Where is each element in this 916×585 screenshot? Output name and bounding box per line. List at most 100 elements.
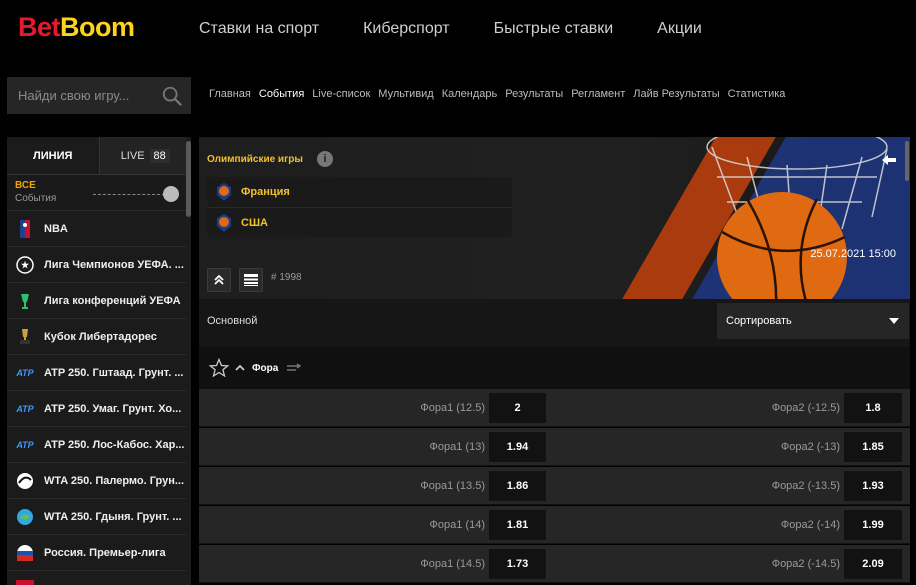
odds-button-left[interactable]: 1.94 xyxy=(489,432,546,462)
odds-label-right: Фора2 (-13) xyxy=(780,441,840,453)
back-arrow-icon[interactable] xyxy=(880,153,900,167)
sub-nav-multiview[interactable]: Мультивид xyxy=(378,88,433,100)
banner-scrollbar[interactable] xyxy=(905,141,909,181)
odds-button-left[interactable]: 1.86 xyxy=(489,471,546,501)
brand-logo-part1: Bet xyxy=(18,12,61,42)
event-banner: Олимпийские игры i Франция США 25.07.202… xyxy=(199,137,910,299)
sidebar-item-atp-los-cabos[interactable]: ATP ATP 250. Лос-Кабос. Хар... xyxy=(7,427,191,463)
info-icon[interactable]: i xyxy=(317,151,333,167)
sidebar-item-rpl[interactable]: Россия. Премьер-лига xyxy=(7,535,191,571)
odds-label-left: Фора1 (13) xyxy=(429,441,485,453)
odds-row: Фора1 (14) 1.81 Фора2 (-14) 1.99 xyxy=(199,506,910,544)
table-icon xyxy=(244,274,258,286)
wta-icon xyxy=(16,508,34,526)
ucl-icon: ★ xyxy=(16,255,34,274)
odds-button-right[interactable]: 1.99 xyxy=(844,510,902,540)
sidebar-item-wta-palermo[interactable]: WTA 250. Палермо. Грун... xyxy=(7,463,191,499)
sidebar-item-ucl[interactable]: ★ Лига Чемпионов УЕФА. ... xyxy=(7,247,191,283)
svg-text:★: ★ xyxy=(21,260,30,270)
odds-button-right[interactable]: 1.85 xyxy=(844,432,902,462)
sidebar-item-label: Россия. Премьер-лига xyxy=(44,546,166,559)
atp-icon: ATP xyxy=(16,367,34,378)
scoreboard-button[interactable] xyxy=(239,268,263,292)
sidebar-item-wta-gdynia[interactable]: WTA 250. Гдыня. Грунт. ... xyxy=(7,499,191,535)
top-nav-sports[interactable]: Ставки на спорт xyxy=(199,20,319,38)
top-nav-fast-bets[interactable]: Быстрые ставки xyxy=(494,20,614,38)
sub-nav-live-results[interactable]: Лайв Результаты xyxy=(633,88,719,100)
odds-button-left[interactable]: 1.81 xyxy=(489,510,546,540)
basketball-image xyxy=(706,137,888,299)
brand-logo-part2: Boom xyxy=(60,12,135,42)
sidebar-item-label: ATP 250. Гштаад. Грунт. ... xyxy=(44,366,184,379)
sidebar-item-atp-gstaad[interactable]: ATP ATP 250. Гштаад. Грунт. ... xyxy=(7,355,191,391)
game-id: # 1998 xyxy=(271,272,302,283)
slider-track xyxy=(93,194,165,195)
sidebar-item-more[interactable] xyxy=(7,571,191,585)
odds-button-right[interactable]: 1.8 xyxy=(844,393,902,423)
sidebar-item-label: Кубок Либертадорес xyxy=(44,330,157,343)
sidebar-item-libertadores[interactable]: Кубок Либертадорес xyxy=(7,319,191,355)
sidebar-item-uecl[interactable]: Лига конференций УЕФА xyxy=(7,283,191,319)
uecl-icon xyxy=(16,292,34,310)
sidebar: ЛИНИЯ LIVE 88 ВСЕ События NBA ★ Лига Чем… xyxy=(7,137,191,585)
sidebar-item-label: ATP 250. Умаг. Грунт. Хо... xyxy=(44,402,182,415)
sort-select[interactable]: Сортировать xyxy=(717,303,909,339)
scrollbar-thumb[interactable] xyxy=(186,141,191,217)
sub-nav-statistics[interactable]: Статистика xyxy=(728,88,786,100)
all-events-toggle-row[interactable]: ВСЕ События xyxy=(7,175,191,211)
sub-nav-live-list[interactable]: Live-список xyxy=(312,88,370,100)
sub-nav-calendar[interactable]: Календарь xyxy=(442,88,498,100)
team1-name: Франция xyxy=(241,186,290,198)
market-filter-bar: Основной Сортировать xyxy=(199,299,910,347)
top-nav-esports[interactable]: Киберспорт xyxy=(363,20,449,38)
top-nav-promotions[interactable]: Акции xyxy=(657,20,702,38)
sort-select-label: Сортировать xyxy=(726,315,792,327)
sidebar-item-label: Лига конференций УЕФА xyxy=(44,294,181,307)
odds-button-left[interactable]: 1.73 xyxy=(489,549,546,579)
league-title: Олимпийские игры xyxy=(207,154,303,165)
odds-row: Фора1 (13.5) 1.86 Фора2 (-13.5) 1.93 xyxy=(199,467,910,505)
collapse-button[interactable] xyxy=(207,268,231,292)
top-nav: Ставки на спорт Киберспорт Быстрые ставк… xyxy=(199,20,746,38)
market-type-icon xyxy=(287,363,302,371)
sidebar-item-label: WTA 250. Палермо. Грун... xyxy=(44,474,185,487)
team-marker-icon xyxy=(217,183,231,201)
odds-label-right: Фора2 (-14) xyxy=(780,519,840,531)
team2-name: США xyxy=(241,216,268,229)
odds-button-right[interactable]: 2.09 xyxy=(844,549,902,579)
atp-icon: ATP xyxy=(16,439,34,450)
odds-button-left[interactable]: 2 xyxy=(489,393,546,423)
sidebar-item-atp-umag[interactable]: ATP ATP 250. Умаг. Грунт. Хо... xyxy=(7,391,191,427)
sub-nav-rules[interactable]: Регламент xyxy=(571,88,625,100)
sub-nav-results[interactable]: Результаты xyxy=(505,88,563,100)
market-name: Фора xyxy=(252,362,279,374)
odds-button-right[interactable]: 1.93 xyxy=(844,471,902,501)
rpl-icon xyxy=(16,544,34,562)
odds-row: Фора1 (14.5) 1.73 Фора2 (-14.5) 2.09 xyxy=(199,545,910,583)
tab-live[interactable]: LIVE 88 xyxy=(99,137,191,175)
search-icon[interactable] xyxy=(161,85,183,107)
sub-nav-home[interactable]: Главная xyxy=(209,88,251,100)
nba-icon xyxy=(16,219,34,238)
sidebar-scrollbar[interactable] xyxy=(186,137,191,585)
star-icon[interactable] xyxy=(209,358,229,378)
chevron-up-icon[interactable] xyxy=(234,363,246,373)
odds-label-left: Фора1 (12.5) xyxy=(420,402,485,414)
search-box xyxy=(7,77,191,114)
market-header[interactable]: Фора xyxy=(199,347,910,389)
tab-line[interactable]: ЛИНИЯ xyxy=(7,137,100,175)
brand-logo[interactable]: BetBoom xyxy=(18,12,135,43)
tab-live-label: LIVE xyxy=(120,149,145,162)
tab-main-markets[interactable]: Основной xyxy=(207,315,257,327)
sidebar-tabs: ЛИНИЯ LIVE 88 xyxy=(7,137,191,175)
odds-label-right: Фора2 (-14.5) xyxy=(771,558,840,570)
sidebar-item-label: NBA xyxy=(44,222,68,235)
sub-nav-events[interactable]: События xyxy=(259,88,304,100)
double-chevron-up-icon xyxy=(214,274,224,285)
sidebar-item-nba[interactable]: NBA xyxy=(7,211,191,247)
odds-row: Фора1 (12.5) 2 Фора2 (-12.5) 1.8 xyxy=(199,389,910,427)
search-input[interactable] xyxy=(7,88,157,103)
event-datetime: 25.07.2021 15:00 xyxy=(810,248,896,260)
odds-label-left: Фора1 (14.5) xyxy=(420,558,485,570)
slider-knob[interactable] xyxy=(163,186,179,202)
